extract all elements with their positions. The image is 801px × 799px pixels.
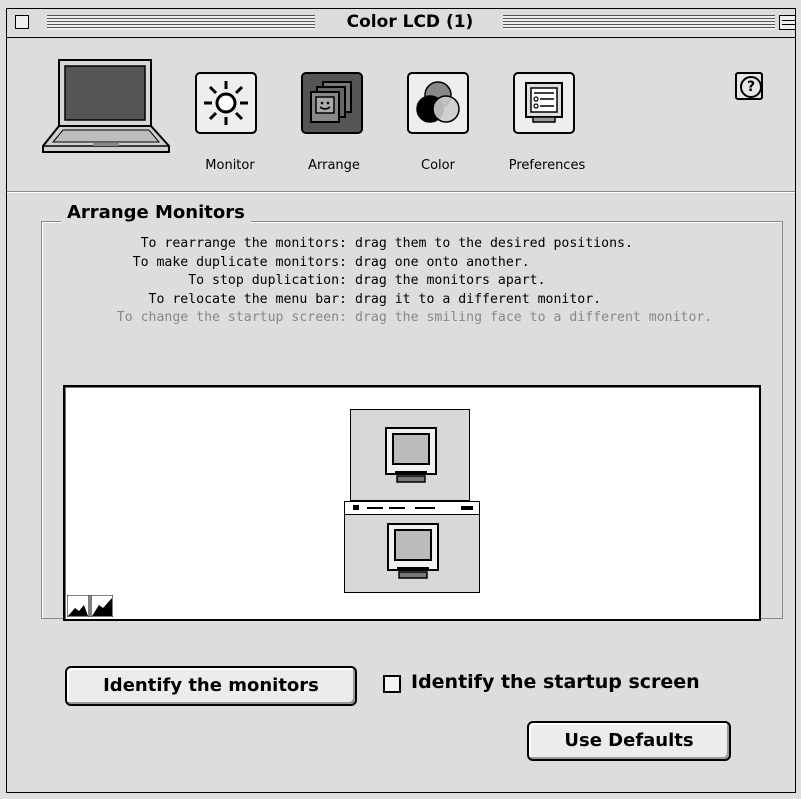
collapse-box-button[interactable] [779,15,795,30]
instruction-value: drag it to a different monitor. [355,291,602,307]
instruction-key: To rearrange the monitors: [140,236,347,251]
arrange-monitors-icon [310,81,352,123]
identify-startup-checkbox[interactable] [383,675,401,693]
instruction-row: To relocate the menu bar: drag it to a d… [43,291,783,310]
pane-arrange-label: Arrange [308,158,360,173]
title-bar-stripes [47,15,315,30]
title-bar-stripes [503,15,775,30]
laptop-icon [42,59,170,153]
instruction-row: To make duplicate monitors: drag one ont… [43,254,783,273]
identify-startup-label[interactable]: Identify the startup screen [411,671,700,693]
sun-icon [204,81,248,125]
preferences-monitor-icon [525,82,563,123]
pane-preferences-label: Preferences [508,158,586,173]
instruction-key: To change the startup screen: [116,310,347,325]
window-title: Color LCD (1) [325,12,495,32]
menu-bar-indicator[interactable] [345,502,479,515]
instruction-row: To stop duplication: drag the monitors a… [43,272,783,291]
mountain-icon[interactable] [67,595,113,617]
instruction-value: drag the monitors apart. [355,273,546,288]
identify-monitors-button[interactable]: Identify the monitors [65,666,357,706]
monitor-2-thumbnail[interactable] [344,501,480,593]
pane-monitor-label: Monitor [205,158,255,173]
instruction-value: drag the smiling face to a different mon… [355,310,713,325]
control-panel-window: Color LCD (1) Monitor Arrange Color Pref… [6,8,796,793]
instructions-list: To rearrange the monitors: drag them to … [43,235,783,328]
monitor-icon [387,523,439,579]
group-title: Arrange Monitors [61,202,251,223]
instruction-row-disabled: To change the startup screen: drag the s… [43,309,783,328]
help-icon: ? [740,76,762,98]
monitor-1-thumbnail[interactable] [350,409,470,501]
use-defaults-button[interactable]: Use Defaults [527,721,731,761]
instruction-value: drag one onto another. [355,254,530,270]
help-button[interactable]: ? [735,72,763,100]
monitor-arrangement-area[interactable] [63,385,761,621]
pane-arrange-button[interactable] [301,72,363,134]
monitor-icon [385,427,437,483]
instruction-value: drag them to the desired positions. [355,236,633,251]
color-circles-icon [416,81,460,123]
pane-preferences-button[interactable] [513,72,575,134]
pane-color-button[interactable] [407,72,469,134]
instruction-key: To relocate the menu bar: [148,291,348,307]
pane-color-label: Color [421,158,455,173]
close-box-button[interactable] [15,15,29,29]
instruction-key: To stop duplication: [188,273,347,288]
pane-monitor-button[interactable] [195,72,257,134]
instruction-row: To rearrange the monitors: drag them to … [43,235,783,254]
instruction-key: To make duplicate monitors: [132,254,347,270]
pane-selector: Monitor Arrange Color Preferences ? [7,38,795,193]
title-bar[interactable]: Color LCD (1) [7,9,795,38]
